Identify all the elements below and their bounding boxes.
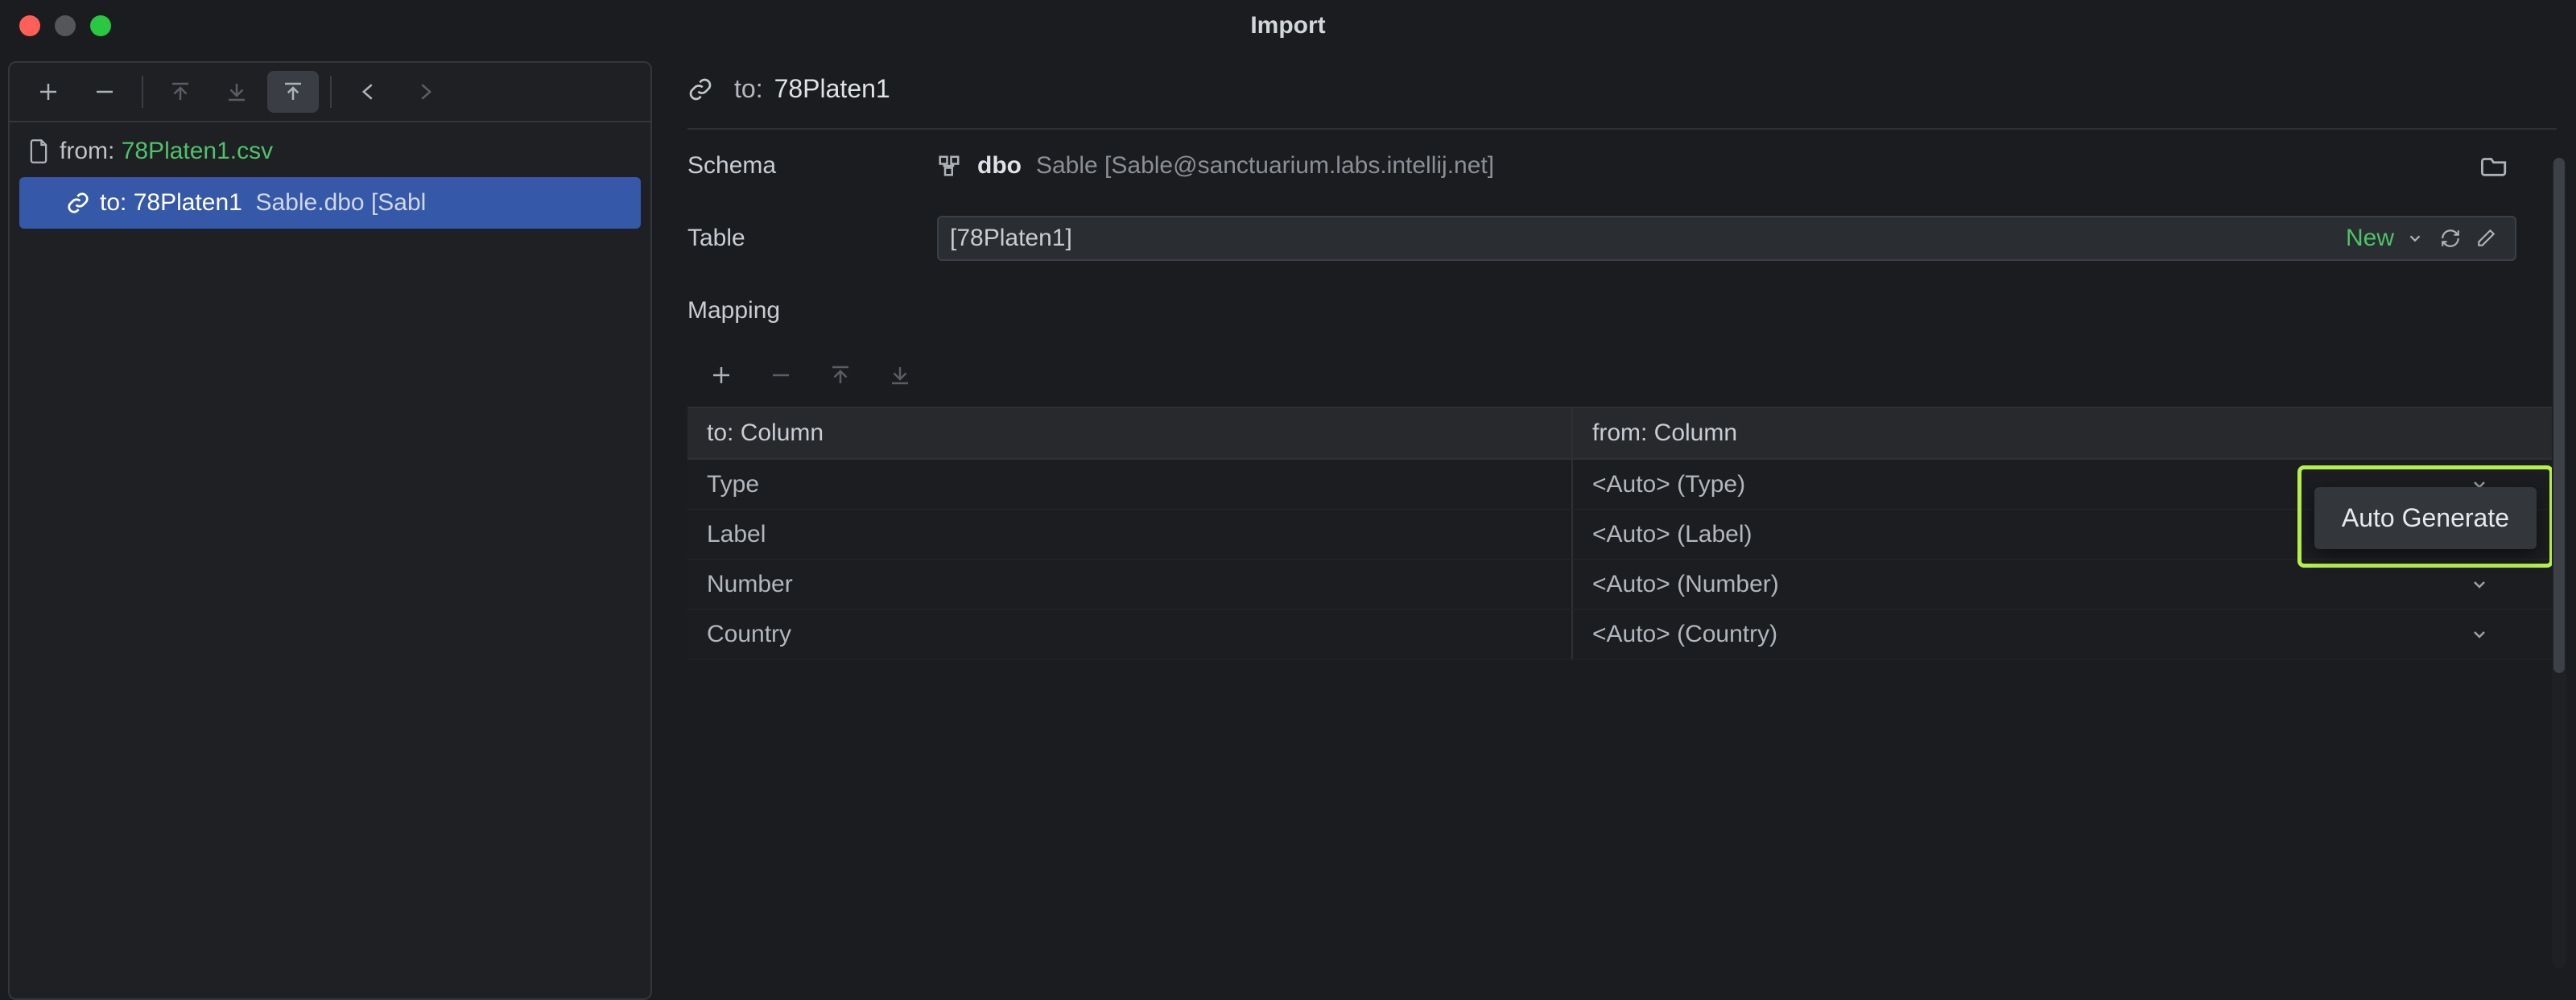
mapping-label: Mapping: [687, 297, 937, 324]
from-filename: 78Platen1.csv: [122, 138, 273, 165]
table-input[interactable]: [78Platen1] New: [937, 216, 2516, 261]
to-context: Sable.dbo [Sabl: [256, 189, 427, 217]
grid-row[interactable]: Country <Auto> (Country): [687, 610, 2557, 659]
form: Schema dbo Sable [Sable@sanctuarium.labs…: [687, 128, 2557, 659]
from-label: from:: [60, 138, 114, 165]
tree-row-to[interactable]: to: 78Platen1 Sable.dbo [Sabl: [19, 177, 641, 229]
cell-to: Country: [687, 610, 1573, 659]
cell-from: <Auto> (Type): [1592, 471, 1745, 498]
left-toolbar: [10, 63, 650, 122]
to-target: 78Platen1: [134, 189, 242, 217]
up-arrow-button[interactable]: [267, 71, 319, 113]
zoom-window-button[interactable]: [90, 15, 111, 36]
cell-to: Label: [687, 510, 1573, 559]
schema-icon: [937, 154, 961, 178]
mapping-add-button[interactable]: [696, 354, 747, 396]
schema-label: Schema: [687, 152, 937, 180]
chevron-down-icon[interactable]: [2397, 221, 2433, 256]
column-header-from[interactable]: from: Column: [1573, 408, 2557, 458]
mapping-up-button[interactable]: [815, 354, 866, 396]
schema-name: dbo: [977, 152, 1022, 180]
source-tree: from: 78Platen1.csv to: 78Platen1 Sable.…: [10, 122, 650, 242]
refresh-icon[interactable]: [2433, 221, 2468, 256]
mapping-remove-button[interactable]: [755, 354, 807, 396]
grid-row[interactable]: Label <Auto> (Label): [687, 510, 2557, 560]
mapping-toolbar: [687, 347, 2557, 403]
tree-row-from[interactable]: from: 78Platen1.csv: [13, 130, 647, 172]
new-badge: New: [2346, 225, 2394, 252]
schema-context: Sable [Sable@sanctuarium.labs.intellij.n…: [1036, 152, 1494, 180]
mapping-label-row: Mapping: [687, 275, 2557, 347]
right-panel: to: 78Platen1 Schema dbo Sable [Sable@sa…: [668, 61, 2568, 1000]
grid-header: to: Column from: Column: [687, 408, 2557, 460]
close-window-button[interactable]: [19, 15, 40, 36]
cell-from: <Auto> (Country): [1592, 621, 1777, 648]
cell-to: Number: [687, 560, 1573, 609]
grid-row[interactable]: Number <Auto> (Number): [687, 560, 2557, 610]
link-icon: [687, 76, 713, 102]
mapping-grid: to: Column from: Column Type <Auto> (Typ…: [687, 407, 2557, 659]
cell-to: Type: [687, 460, 1573, 509]
chevron-down-icon[interactable]: [2470, 625, 2489, 644]
remove-button[interactable]: [79, 71, 130, 113]
edit-icon[interactable]: [2468, 221, 2504, 256]
mapping-down-button[interactable]: [874, 354, 926, 396]
schema-row: Schema dbo Sable [Sable@sanctuarium.labs…: [687, 130, 2557, 202]
to-label: to:: [100, 189, 126, 217]
grid-row[interactable]: Type <Auto> (Type): [687, 460, 2557, 510]
column-header-to[interactable]: to: Column: [687, 408, 1573, 458]
separator: [142, 76, 143, 108]
move-down-button[interactable]: [211, 71, 262, 113]
minimize-window-button[interactable]: [55, 15, 76, 36]
header-to-label: to:: [734, 74, 763, 104]
schema-field[interactable]: dbo Sable [Sable@sanctuarium.labs.intell…: [937, 152, 2557, 180]
header-to-value: 78Platen1: [774, 74, 890, 104]
scrollbar[interactable]: [2552, 158, 2566, 968]
separator: [330, 76, 332, 108]
cell-from: <Auto> (Number): [1592, 571, 1779, 598]
chevron-down-icon[interactable]: [2470, 575, 2489, 594]
left-panel: from: 78Platen1.csv to: 78Platen1 Sable.…: [8, 61, 652, 1000]
content: from: 78Platen1.csv to: 78Platen1 Sable.…: [0, 52, 2576, 1000]
tooltip: Auto Generate: [2314, 487, 2537, 549]
titlebar: Import: [0, 0, 2576, 52]
cell-from: <Auto> (Label): [1592, 521, 1752, 548]
window-title: Import: [0, 12, 2576, 39]
move-up-button[interactable]: [155, 71, 206, 113]
table-value: [78Platen1]: [950, 225, 2346, 252]
folder-button[interactable]: [2481, 154, 2508, 178]
window-controls: [19, 15, 111, 36]
link-icon: [66, 191, 90, 215]
header-row: to: 78Platen1: [687, 69, 2557, 104]
table-row: Table [78Platen1] New: [687, 202, 2557, 275]
scrollbar-thumb[interactable]: [2553, 158, 2565, 673]
table-label: Table: [687, 225, 937, 252]
add-button[interactable]: [23, 71, 74, 113]
file-icon: [27, 138, 50, 164]
tooltip-highlight: Auto Generate: [2297, 465, 2553, 568]
back-button[interactable]: [343, 71, 394, 113]
forward-button[interactable]: [399, 71, 451, 113]
